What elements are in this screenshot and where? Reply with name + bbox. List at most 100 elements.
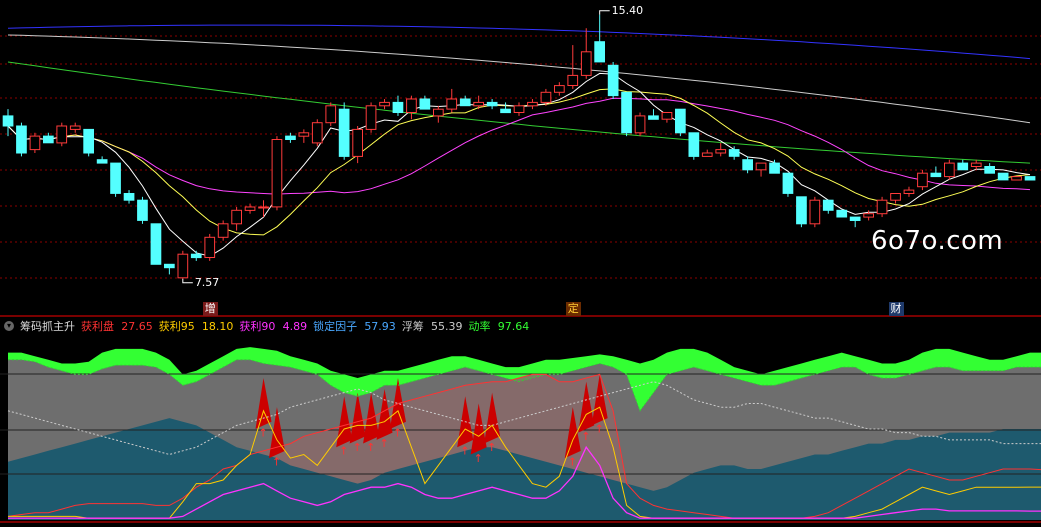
legend-item-suoding: 锁定因子: 57.93: [313, 320, 396, 333]
candle-up: [809, 199, 821, 225]
candle-down: [110, 162, 121, 194]
marker-cai[interactable]: 财: [888, 302, 904, 316]
candle-up: [379, 101, 390, 107]
watermark: 6o7o.com: [871, 226, 1004, 256]
candle-down: [459, 98, 471, 107]
candle-up: [446, 98, 458, 110]
candle-down: [997, 172, 1009, 181]
candle-down: [930, 172, 942, 178]
chevron-down-icon[interactable]: ▾: [4, 321, 14, 331]
candle-down: [607, 64, 619, 97]
candle-up: [298, 132, 310, 137]
candle-down: [285, 135, 296, 141]
candle-down: [500, 108, 511, 114]
up-arrow-icon: ↑: [393, 426, 402, 439]
candle-up: [217, 223, 229, 238]
indicator-legend: ▾ 筹码抓主升 获利盘: 27.65 获利95: 18.10 获利90: 4.8…: [4, 318, 529, 334]
up-arrow-icon: ↑: [568, 455, 577, 468]
up-arrow-icon: ↑: [460, 444, 469, 457]
legend-item-huoli90: 获利90: 4.89: [239, 320, 308, 333]
candle-up: [473, 101, 484, 107]
candle-down: [164, 263, 175, 269]
candle-down: [594, 41, 605, 63]
low-pointer: [182, 278, 193, 284]
marker-ding[interactable]: 定: [565, 302, 581, 316]
candle-down: [648, 115, 659, 120]
candle-down: [150, 223, 162, 265]
up-arrow-icon: ↑: [581, 430, 590, 443]
candle-down: [338, 108, 350, 157]
candle-down: [796, 196, 807, 225]
candle-down: [728, 149, 740, 157]
up-arrow-icon: ↑: [259, 426, 268, 439]
candle-down: [2, 115, 14, 127]
candle-up: [365, 105, 377, 130]
chart-canvas[interactable]: ↑ ↑ ↑ ↑ ↑ ↑ ↑ ↑ ↑ ↑ ↑ ↑ ↑: [0, 0, 1041, 527]
candle-down: [392, 101, 404, 114]
legend-item-donglv: 动率: 97.64: [468, 320, 530, 333]
candle-down: [96, 159, 108, 164]
candle-up: [580, 51, 592, 76]
candle-down: [621, 91, 632, 134]
indicator-name[interactable]: 筹码抓主升: [20, 318, 75, 334]
candle-up: [890, 193, 901, 201]
candle-up: [661, 112, 673, 120]
candle-up: [204, 236, 216, 259]
up-arrow-icon: ↑: [595, 423, 604, 436]
up-arrow-icon: ↑: [380, 437, 389, 450]
candle-down: [984, 166, 995, 174]
up-arrow-icon: ↑: [353, 441, 362, 454]
candle-up: [755, 162, 767, 171]
high-price-label: 15.40: [611, 3, 644, 17]
candle-down: [675, 108, 686, 134]
candle-up: [244, 206, 256, 211]
candle-up: [406, 98, 417, 113]
candle-up: [701, 152, 713, 157]
candle-up: [540, 91, 552, 103]
candle-up: [970, 162, 982, 168]
candle-down: [43, 135, 54, 144]
candle-up: [634, 115, 646, 134]
candle-up: [513, 105, 525, 114]
candle-up: [917, 172, 928, 188]
candle-up: [944, 162, 955, 178]
candle-down: [688, 132, 700, 157]
candle-up: [863, 213, 874, 218]
candle-down: [836, 209, 848, 218]
candle-up: [231, 209, 243, 225]
candle-up: [567, 74, 579, 87]
candle-up: [527, 101, 538, 107]
candle-up: [903, 189, 915, 195]
candle-down: [486, 101, 498, 107]
candle-up: [352, 128, 363, 157]
candle-down: [190, 253, 202, 259]
candle-down: [957, 162, 969, 171]
up-arrow-icon: ↑: [487, 441, 496, 454]
candle-up: [554, 85, 565, 93]
candle-up: [271, 139, 283, 208]
low-price-label: 7.57: [194, 275, 220, 289]
candle-up: [311, 122, 323, 144]
stock-chart-window: ↑ ↑ ↑ ↑ ↑ ↑ ↑ ↑ ↑ ↑ ↑ ↑ ↑ 15.40 7.57 6o7o.com 增 定 财 …: [0, 0, 1041, 527]
candle-up: [29, 135, 41, 151]
candle-down: [769, 162, 780, 174]
marker-zeng[interactable]: 增: [202, 302, 218, 316]
up-arrow-icon: ↑: [474, 452, 483, 465]
legend-item-huolipan: 获利盘: 27.65: [81, 320, 153, 333]
candle-down: [16, 125, 27, 154]
candle-down: [123, 193, 135, 201]
up-arrow-icon: ↑: [339, 444, 348, 457]
candle-up: [876, 199, 888, 215]
up-arrow-icon: ↑: [272, 455, 281, 468]
high-pointer: [599, 10, 610, 15]
legend-item-huoli95: 获利95: 18.10: [158, 320, 234, 333]
candle-up: [1011, 176, 1022, 181]
legend-item-fuchou: 浮筹: 55.39: [401, 320, 463, 333]
candle-down: [1024, 176, 1036, 181]
candle-up: [177, 253, 189, 279]
candle-up: [56, 125, 68, 144]
candle-up: [258, 206, 269, 209]
up-arrow-icon: ↑: [366, 441, 375, 454]
candle-down: [83, 128, 95, 154]
candle-down: [742, 159, 753, 171]
